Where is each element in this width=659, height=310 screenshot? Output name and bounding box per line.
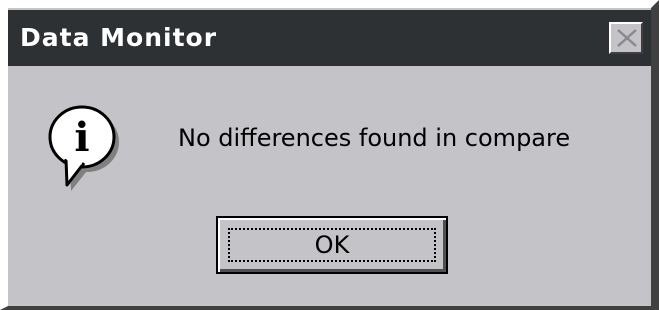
close-icon — [617, 29, 637, 47]
message-dialog: Data Monitor i No differences found in c… — [0, 0, 659, 310]
close-button[interactable] — [609, 22, 643, 54]
ok-button[interactable]: OK — [216, 216, 448, 274]
ok-button-label: OK — [314, 231, 350, 259]
window-title: Data Monitor — [20, 23, 218, 52]
title-bar[interactable]: Data Monitor — [8, 10, 651, 66]
information-icon: i — [48, 105, 119, 191]
dialog-message: No differences found in compare — [178, 124, 571, 152]
info-glyph: i — [74, 114, 89, 161]
